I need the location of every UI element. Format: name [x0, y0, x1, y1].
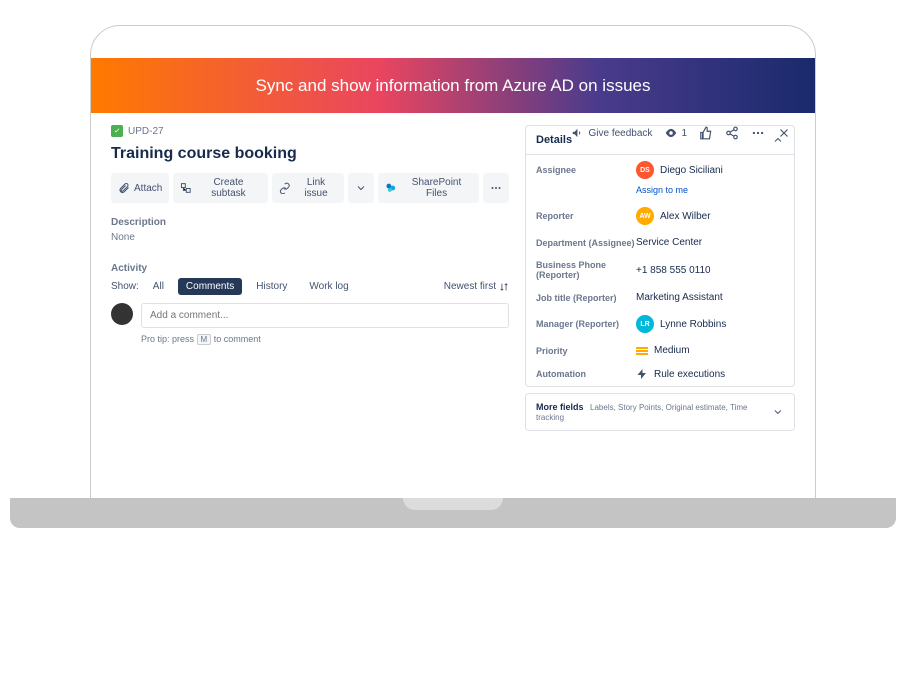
description-value[interactable]: None [111, 232, 509, 243]
tab-comments[interactable]: Comments [178, 278, 242, 295]
assignee-field[interactable]: Assignee DS Diego Siciliani [526, 155, 794, 185]
activity-label: Activity [111, 263, 509, 274]
reporter-field[interactable]: Reporter AW Alex Wilber [526, 201, 794, 231]
tab-worklog[interactable]: Work log [301, 278, 356, 295]
department-field: Department (Assignee) Service Center [526, 231, 794, 254]
dots-icon [490, 182, 502, 194]
thumbs-up-icon [699, 126, 713, 140]
link-icon [279, 182, 291, 194]
priority-medium-icon [636, 350, 648, 352]
priority-field[interactable]: Priority Medium [526, 339, 794, 362]
paperclip-icon [118, 182, 130, 194]
create-subtask-button[interactable]: Create subtask [173, 173, 268, 203]
watch-button[interactable]: 1 [664, 126, 687, 140]
description-label: Description [111, 217, 509, 228]
phone-field: Business Phone (Reporter) +1 858 555 011… [526, 254, 794, 286]
link-issue-dropdown[interactable] [348, 173, 374, 203]
show-label: Show: [111, 281, 139, 292]
close-icon [777, 126, 791, 140]
breadcrumb[interactable]: UPD-27 [111, 125, 509, 137]
sharepoint-icon [385, 182, 397, 194]
issue-toolbar: Attach Create subtask Link issue SharePo… [111, 173, 509, 203]
link-issue-button[interactable]: Link issue [272, 173, 345, 203]
eye-icon [664, 126, 678, 140]
avatar: AW [636, 207, 654, 225]
chevron-down-icon [355, 182, 367, 194]
subtask-icon [180, 182, 192, 194]
give-feedback-button[interactable]: Give feedback [571, 126, 653, 140]
more-actions-button[interactable] [751, 126, 765, 140]
lightning-icon [636, 368, 648, 380]
issue-sidebar: Details Assignee DS Diego Siciliani Assi… [525, 125, 795, 431]
tab-all[interactable]: All [145, 278, 172, 295]
share-button[interactable] [725, 126, 739, 140]
sharepoint-files-button[interactable]: SharePoint Files [378, 173, 479, 203]
issue-type-icon [111, 125, 123, 137]
laptop-notch [403, 498, 503, 510]
user-avatar [111, 303, 133, 325]
banner: Sync and show information from Azure AD … [91, 58, 815, 113]
sort-icon [499, 282, 509, 292]
issue-title: Training course booking [111, 145, 509, 163]
tab-history[interactable]: History [248, 278, 295, 295]
activity-tabs: Show: All Comments History Work log Newe… [111, 278, 509, 295]
top-action-bar: Give feedback 1 [571, 126, 792, 140]
avatar: DS [636, 161, 654, 179]
manager-field: Manager (Reporter) LR Lynne Robbins [526, 309, 794, 339]
jobtitle-field: Job title (Reporter) Marketing Assistant [526, 286, 794, 309]
issue-key: UPD-27 [128, 126, 164, 137]
details-panel: Details Assignee DS Diego Siciliani Assi… [525, 125, 795, 387]
attach-button[interactable]: Attach [111, 173, 169, 203]
laptop-frame: Sync and show information from Azure AD … [90, 25, 816, 500]
assign-to-me-link[interactable]: Assign to me [636, 185, 688, 195]
like-button[interactable] [699, 126, 713, 140]
share-icon [725, 126, 739, 140]
more-fields-panel[interactable]: More fields Labels, Story Points, Origin… [525, 393, 795, 431]
dots-icon [751, 126, 765, 140]
sort-newest-button[interactable]: Newest first [444, 281, 509, 292]
comment-composer [111, 303, 509, 328]
chevron-down-icon [772, 406, 784, 418]
avatar: LR [636, 315, 654, 333]
issue-main: UPD-27 Training course booking Attach Cr… [111, 125, 509, 431]
comment-input[interactable] [141, 303, 509, 328]
close-button[interactable] [777, 126, 791, 140]
automation-field[interactable]: Automation Rule executions [526, 362, 794, 386]
toolbar-more-button[interactable] [483, 173, 509, 203]
banner-title: Sync and show information from Azure AD … [256, 76, 651, 96]
pro-tip: Pro tip: press M to comment [141, 334, 509, 344]
key-hint: M [197, 334, 212, 345]
megaphone-icon [571, 126, 585, 140]
